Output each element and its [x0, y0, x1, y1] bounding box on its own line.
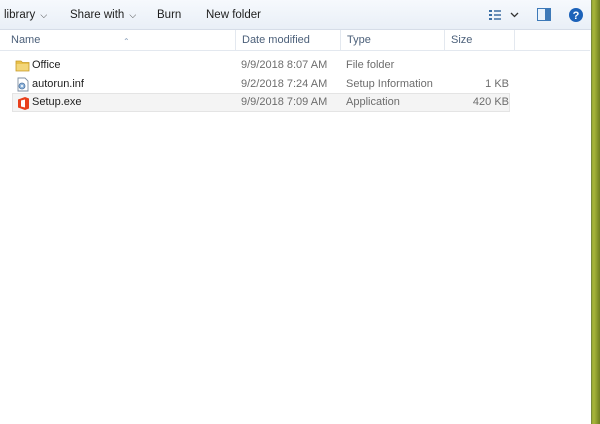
include-in-library-button[interactable]: library ⌵	[4, 0, 47, 30]
file-name: autorun.inf	[32, 78, 84, 90]
file-size	[447, 56, 509, 75]
column-header-type[interactable]: Type	[341, 30, 445, 51]
column-header-name[interactable]: Name ⌃	[5, 30, 236, 51]
command-bar: library ⌵ Share with ⌵ Burn New folder ?	[0, 0, 591, 30]
svg-text:?: ?	[573, 10, 580, 22]
date-header-label: Date modified	[242, 34, 310, 46]
library-label: library	[4, 9, 36, 21]
settings-file-icon	[17, 77, 29, 92]
column-header-date[interactable]: Date modified	[236, 30, 341, 51]
chevron-down-icon: ⌵	[129, 10, 137, 20]
chevron-down-icon: ⌵	[40, 10, 48, 20]
file-name: Office	[32, 59, 61, 71]
file-date: 9/2/2018 7:24 AM	[241, 78, 328, 90]
new-folder-label: New folder	[206, 9, 261, 21]
size-header-label: Size	[451, 34, 473, 46]
new-folder-button[interactable]: New folder	[206, 0, 261, 30]
file-type: File folder	[346, 59, 395, 71]
file-date: 9/9/2018 7:09 AM	[241, 96, 328, 108]
share-with-label: Share with	[70, 9, 125, 21]
explorer-window: library ⌵ Share with ⌵ Burn New folder ?…	[0, 0, 592, 424]
name-header-label: Name	[11, 34, 41, 46]
file-date: 9/9/2018 8:07 AM	[241, 59, 328, 71]
sort-ascending-icon: ⌃	[123, 37, 130, 46]
burn-button[interactable]: Burn	[157, 0, 181, 30]
file-row-office[interactable]: Office 9/9/2018 8:07 AM File folder	[12, 56, 510, 75]
file-size: 420 KB	[472, 96, 509, 108]
file-size: 1 KB	[485, 78, 509, 90]
file-list-empty-area[interactable]	[0, 120, 590, 424]
file-row-setup[interactable]: Setup.exe 9/9/2018 7:09 AM Application 4…	[12, 93, 510, 112]
file-name: Setup.exe	[32, 96, 82, 108]
preview-pane-button[interactable]	[535, 6, 553, 24]
share-with-button[interactable]: Share with ⌵	[70, 0, 136, 30]
preview-pane-icon	[537, 8, 551, 21]
column-header-row: Name ⌃ Date modified Type Size	[0, 30, 590, 51]
burn-label: Burn	[157, 9, 182, 21]
column-header-size[interactable]: Size	[445, 30, 515, 51]
file-type: Application	[346, 96, 400, 108]
view-options-button[interactable]	[487, 6, 521, 24]
view-options-icon	[489, 10, 519, 20]
help-icon: ?	[569, 8, 583, 22]
office-app-icon	[18, 97, 29, 110]
help-button[interactable]: ?	[567, 6, 585, 24]
type-header-label: Type	[347, 34, 371, 46]
file-row-autorun[interactable]: autorun.inf 9/2/2018 7:24 AM Setup Infor…	[12, 75, 510, 94]
folder-icon	[15, 60, 30, 72]
file-type: Setup Information	[346, 78, 433, 90]
